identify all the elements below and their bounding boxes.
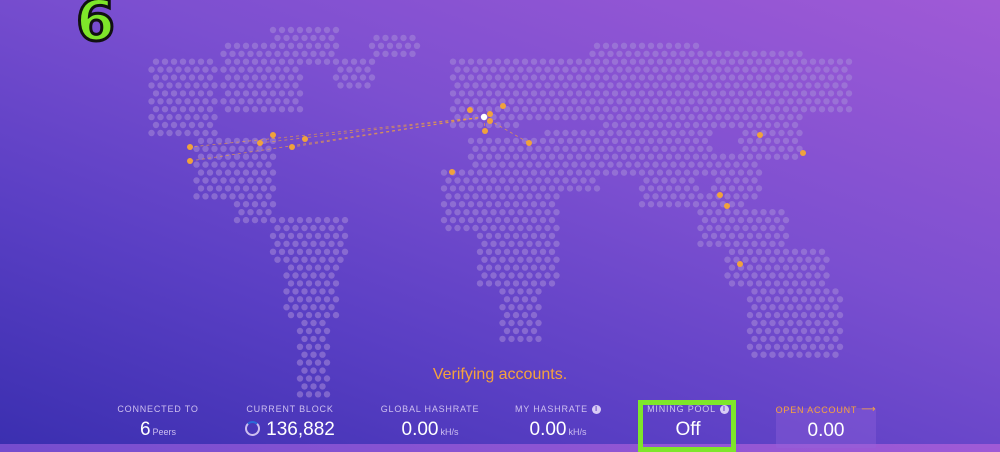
peer-node [737, 261, 743, 267]
peer-node [800, 150, 806, 156]
stat-mining-pool[interactable]: MINING POOL i Off [640, 404, 736, 441]
open-account-label: OPEN ACCOUNT [775, 404, 858, 415]
peer-node [289, 144, 295, 150]
peer-node [257, 140, 263, 146]
peer-node [526, 140, 532, 146]
peer-node [467, 107, 473, 113]
peer-node [187, 158, 193, 164]
peer-node [187, 144, 193, 150]
stat-my-hashrate-value: 0.00 [529, 419, 567, 440]
spinner-icon [245, 421, 261, 436]
info-icon[interactable]: i [591, 404, 601, 414]
stat-connected-unit: Peers [152, 427, 177, 437]
peer-node [449, 169, 455, 175]
stat-connected: CONNECTED TO 6 Peers [112, 404, 204, 441]
peer-node [482, 128, 488, 134]
stat-mining-pool-value: Off [675, 419, 701, 440]
open-account-value: 0.00 [807, 420, 845, 441]
info-icon[interactable]: i [719, 404, 729, 414]
my-node [480, 113, 488, 121]
arrow-right-icon: ⟶ [861, 404, 877, 415]
stat-global-hashrate-unit: kH/s [440, 427, 459, 437]
stat-mining-pool-label: MINING POOL [647, 404, 716, 414]
stat-block-label: CURRENT BLOCK [246, 404, 334, 414]
peer-node [500, 103, 506, 109]
peer-connection-line [189, 116, 485, 148]
open-account-button[interactable]: OPEN ACCOUNT ⟶ 0.00 [776, 404, 876, 442]
stat-current-block: CURRENT BLOCK 136,882 [236, 404, 344, 441]
status-text: Verifying accounts. [432, 366, 568, 383]
stat-global-hashrate-value: 0.00 [401, 419, 439, 440]
peer-node [757, 132, 763, 138]
stats-bar: CONNECTED TO 6 Peers CURRENT BLOCK 136,88… [0, 404, 1000, 444]
stat-connected-label: CONNECTED TO [117, 404, 199, 414]
stat-my-hashrate-label: MY HASHRATE [515, 404, 588, 414]
stat-global-hashrate-label: GLOBAL HASHRATE [380, 404, 480, 414]
peer-node [487, 118, 493, 124]
peer-node [724, 203, 730, 209]
stat-my-hashrate: MY HASHRATE i 0.00 kH/s [508, 404, 608, 441]
peer-node [302, 136, 308, 142]
peer-node [717, 192, 723, 198]
land-dots [148, 26, 853, 398]
peer-connection-line [259, 116, 485, 144]
peer-connection-line [291, 116, 485, 148]
step-number-badge: 6 [75, 0, 117, 54]
stat-connected-value: 6 [139, 419, 151, 440]
stat-my-hashrate-unit: kH/s [568, 427, 587, 437]
peer-node [270, 132, 276, 138]
stat-block-value: 136,882 [266, 419, 335, 440]
stat-global-hashrate: GLOBAL HASHRATE 0.00 kH/s [380, 404, 480, 441]
peer-node [487, 111, 493, 117]
